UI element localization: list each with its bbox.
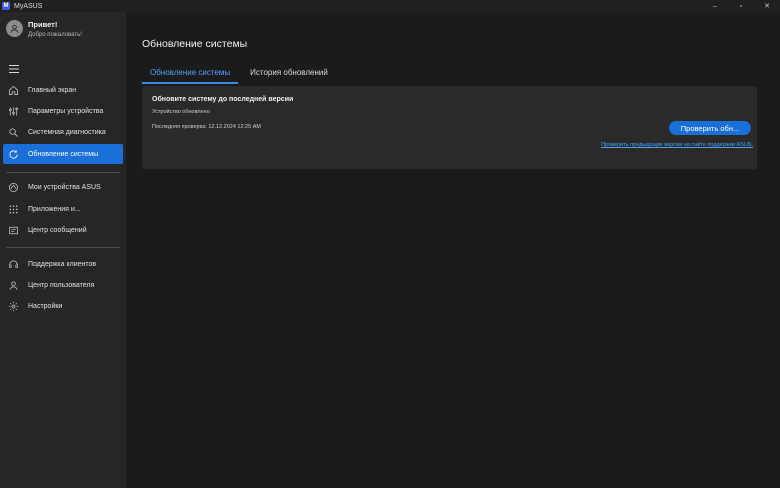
sidebar-item-label: Центр сообщений: [28, 226, 87, 234]
sidebar-item-label: Центр пользователя: [28, 281, 95, 289]
maximize-button[interactable]: ▫: [728, 0, 754, 12]
myasus-logo: M: [2, 2, 10, 10]
hamburger-icon: [9, 65, 19, 73]
sidebar-item-label: Приложения и...: [28, 205, 81, 213]
user-avatar-icon: [10, 24, 19, 33]
message-icon: [8, 225, 19, 236]
minimize-button[interactable]: –: [702, 0, 728, 12]
title-bar: M MyASUS – ▫ ✕: [0, 0, 780, 12]
user-profile[interactable]: Привет! Добро пожаловать!: [6, 20, 82, 38]
sidebar-item-label: Обновление системы: [28, 150, 99, 158]
sidebar-item-home[interactable]: Главный экран: [3, 80, 123, 100]
sidebar-item-apps[interactable]: Приложения и...: [3, 199, 123, 219]
sidebar-item-device-settings[interactable]: Параметры устройства: [3, 101, 123, 121]
sidebar-item-label: Главный экран: [28, 86, 77, 94]
sidebar-item-system-update[interactable]: Обновление системы: [3, 144, 123, 164]
last-check-text: Последняя проверка: 12.12.2024 12:25 AM: [152, 124, 261, 130]
sidebar-item-label: Параметры устройства: [28, 107, 104, 115]
sidebar-item-label: Системная диагностика: [28, 128, 106, 136]
update-icon: [8, 149, 19, 160]
sidebar-divider: [6, 247, 120, 248]
sidebar-item-diagnostics[interactable]: Системная диагностика: [3, 122, 123, 142]
sidebar-item-messages[interactable]: Центр сообщений: [3, 220, 123, 240]
window-controls: – ▫ ✕: [702, 0, 780, 12]
sidebar-item-user-center[interactable]: Центр пользователя: [3, 275, 123, 295]
tab-system-update[interactable]: Обновление системы: [142, 68, 239, 84]
page-title: Обновление системы: [142, 38, 248, 50]
sidebar-item-label: Настройки: [28, 302, 63, 310]
check-updates-button[interactable]: Проверить обн...: [669, 121, 751, 135]
main-content: Обновление системы Обновление системы Ис…: [126, 12, 780, 488]
tab-update-history[interactable]: История обновлений: [242, 68, 336, 82]
avatar: [6, 20, 23, 37]
gear-icon: [8, 301, 19, 312]
close-button[interactable]: ✕: [754, 0, 780, 12]
devices-icon: [8, 182, 19, 193]
greeting-text: Привет!: [28, 20, 58, 29]
apps-grid-icon: [8, 204, 19, 215]
sidebar-item-settings[interactable]: Настройки: [3, 296, 123, 316]
home-icon: [8, 85, 19, 96]
menu-toggle-button[interactable]: [9, 64, 19, 74]
sidebar-item-label: Мои устройства ASUS: [28, 183, 101, 191]
headset-icon: [8, 259, 19, 270]
sidebar-item-label: Поддержка клиентов: [28, 260, 97, 268]
update-card: Обновите систему до последней версии Уст…: [142, 86, 757, 169]
sliders-icon: [8, 106, 19, 117]
app-title: MyASUS: [14, 2, 43, 10]
sidebar-item-customer-support[interactable]: Поддержка клиентов: [3, 254, 123, 274]
update-status: Устройство обновлено: [152, 109, 210, 115]
user-icon: [8, 280, 19, 291]
diagnostics-icon: [8, 127, 19, 138]
sidebar-divider: [6, 172, 120, 173]
update-card-title: Обновите систему до последней версии: [152, 96, 294, 103]
previous-versions-link[interactable]: Проверить предыдущие версии на сайте под…: [601, 142, 753, 148]
sidebar-item-my-devices[interactable]: Мои устройства ASUS: [3, 177, 123, 197]
tabs: Обновление системы История обновлений: [142, 68, 336, 84]
sidebar: Привет! Добро пожаловать! Главный экран …: [0, 12, 126, 488]
welcome-text: Добро пожаловать!: [28, 32, 82, 38]
